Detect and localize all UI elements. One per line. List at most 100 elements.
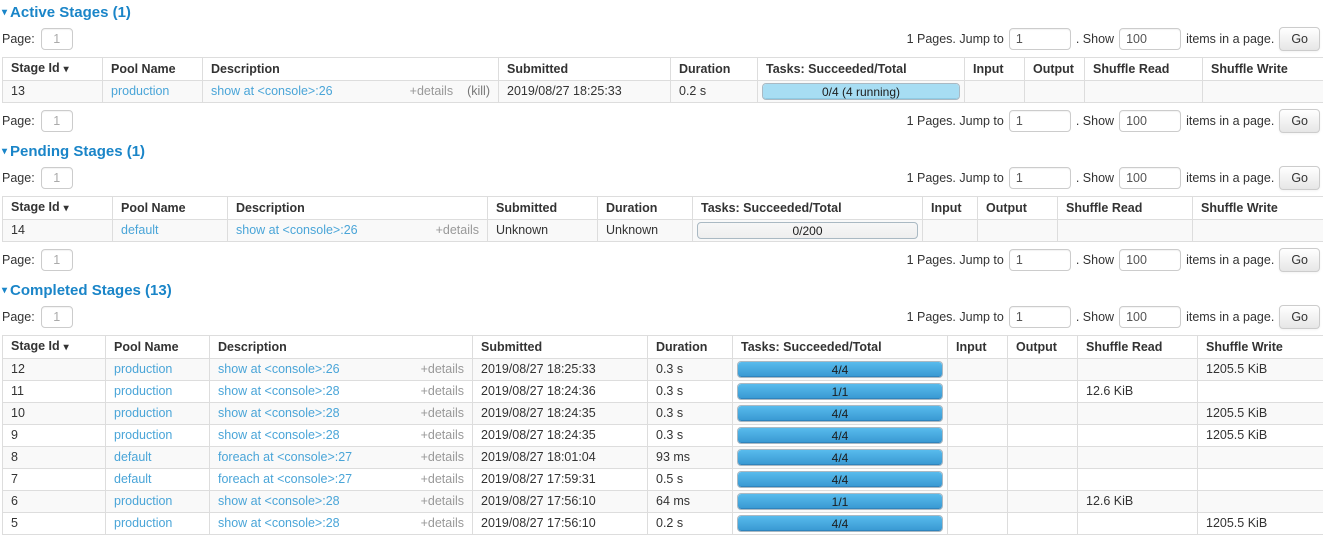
section-title-pending-stages[interactable]: ▾Pending Stages (1) — [2, 143, 1322, 160]
details-link[interactable]: +details — [421, 362, 464, 377]
kill-link[interactable]: (kill) — [467, 84, 490, 99]
go-button[interactable]: Go — [1279, 166, 1320, 190]
items-per-page-input[interactable] — [1119, 110, 1181, 132]
column-header-submitted[interactable]: Submitted — [488, 197, 598, 220]
page-number-input[interactable] — [41, 249, 73, 271]
description-link[interactable]: show at <console>:26 — [218, 362, 340, 377]
description-link[interactable]: show at <console>:28 — [218, 494, 340, 509]
details-link[interactable]: +details — [410, 84, 453, 99]
items-per-page-input[interactable] — [1119, 28, 1181, 50]
task-progress-bar: 4/4 — [737, 405, 943, 422]
column-header-tasks[interactable]: Tasks: Succeeded/Total — [733, 336, 948, 359]
column-header-input[interactable]: Input — [965, 58, 1025, 81]
pool-name-link[interactable]: production — [111, 84, 169, 98]
output-cell — [1008, 513, 1078, 535]
description-link[interactable]: show at <console>:28 — [218, 384, 340, 399]
description-link[interactable]: show at <console>:26 — [211, 84, 333, 99]
details-link[interactable]: +details — [421, 406, 464, 421]
description-link[interactable]: show at <console>:28 — [218, 516, 340, 531]
go-button[interactable]: Go — [1279, 305, 1320, 329]
pool-name-link[interactable]: default — [121, 223, 159, 237]
column-header-duration[interactable]: Duration — [671, 58, 758, 81]
description-link[interactable]: foreach at <console>:27 — [218, 472, 352, 487]
description-link[interactable]: show at <console>:26 — [236, 223, 358, 238]
column-header-tasks[interactable]: Tasks: Succeeded/Total — [693, 197, 923, 220]
column-header-pool-name[interactable]: Pool Name — [113, 197, 228, 220]
items-per-page-input[interactable] — [1119, 306, 1181, 328]
section-title-text: Active Stages (1) — [10, 4, 131, 21]
column-header-duration[interactable]: Duration — [598, 197, 693, 220]
pagination-row: Page: 1 Pages. Jump to . Show items in a… — [2, 109, 1322, 133]
column-header-duration[interactable]: Duration — [648, 336, 733, 359]
description-link[interactable]: show at <console>:28 — [218, 428, 340, 443]
description-cell: show at <console>:26 +details (kill) — [203, 81, 499, 103]
column-header-stage-id[interactable]: Stage Id▾ — [3, 197, 113, 220]
column-header-shuffle-write[interactable]: Shuffle Write — [1198, 336, 1323, 359]
jump-to-page-input[interactable] — [1009, 28, 1071, 50]
pool-name-link[interactable]: production — [114, 362, 172, 376]
column-header-submitted[interactable]: Submitted — [473, 336, 648, 359]
submitted-cell: 2019/08/27 18:24:36 — [473, 381, 648, 403]
pool-name-link[interactable]: production — [114, 406, 172, 420]
column-header-shuffle-read[interactable]: Shuffle Read — [1058, 197, 1193, 220]
pool-name-link[interactable]: production — [114, 384, 172, 398]
duration-cell: 0.3 s — [648, 425, 733, 447]
jump-to-page-input[interactable] — [1009, 110, 1071, 132]
tasks-cell: 4/4 — [733, 513, 948, 535]
column-header-description[interactable]: Description — [210, 336, 473, 359]
pool-name-link[interactable]: default — [114, 450, 152, 464]
column-header-output[interactable]: Output — [1025, 58, 1085, 81]
stage-id-cell: 9 — [3, 425, 106, 447]
pool-name-link[interactable]: production — [114, 494, 172, 508]
details-link[interactable]: +details — [421, 450, 464, 465]
details-link[interactable]: +details — [421, 428, 464, 443]
pool-name-link[interactable]: default — [114, 472, 152, 486]
page-number-input[interactable] — [41, 110, 73, 132]
items-per-page-input[interactable] — [1119, 249, 1181, 271]
page-number-input[interactable] — [41, 306, 73, 328]
section-title-active-stages[interactable]: ▾Active Stages (1) — [2, 4, 1322, 21]
column-header-shuffle-read[interactable]: Shuffle Read — [1085, 58, 1203, 81]
page-number-input[interactable] — [41, 28, 73, 50]
jump-to-page-input[interactable] — [1009, 306, 1071, 328]
column-header-description[interactable]: Description — [228, 197, 488, 220]
go-button[interactable]: Go — [1279, 109, 1320, 133]
column-header-pool-name[interactable]: Pool Name — [106, 336, 210, 359]
pool-name-link[interactable]: production — [114, 516, 172, 530]
table-row: 9productionshow at <console>:28+details2… — [3, 425, 1323, 447]
jump-to-page-input[interactable] — [1009, 249, 1071, 271]
details-link[interactable]: +details — [421, 384, 464, 399]
column-header-input[interactable]: Input — [923, 197, 978, 220]
column-header-submitted[interactable]: Submitted — [499, 58, 671, 81]
description-link[interactable]: foreach at <console>:27 — [218, 450, 352, 465]
details-link[interactable]: +details — [421, 472, 464, 487]
jump-to-page-input[interactable] — [1009, 167, 1071, 189]
column-header-input[interactable]: Input — [948, 336, 1008, 359]
details-link[interactable]: +details — [421, 516, 464, 531]
go-button[interactable]: Go — [1279, 248, 1320, 272]
column-header-pool-name[interactable]: Pool Name — [103, 58, 203, 81]
section-title-completed-stages[interactable]: ▾Completed Stages (13) — [2, 282, 1322, 299]
items-per-page-input[interactable] — [1119, 167, 1181, 189]
stage-id-cell: 5 — [3, 513, 106, 535]
pagination-row: Page: 1 Pages. Jump to . Show items in a… — [2, 248, 1322, 272]
table-row: 6productionshow at <console>:28+details2… — [3, 491, 1323, 513]
go-button[interactable]: Go — [1279, 27, 1320, 51]
column-header-stage-id[interactable]: Stage Id▾ — [3, 336, 106, 359]
column-header-shuffle-write[interactable]: Shuffle Write — [1193, 197, 1323, 220]
details-link[interactable]: +details — [436, 223, 479, 238]
column-header-description[interactable]: Description — [203, 58, 499, 81]
submitted-cell: Unknown — [488, 220, 598, 242]
items-per-page-text: items in a page. — [1186, 32, 1274, 46]
column-header-output[interactable]: Output — [978, 197, 1058, 220]
submitted-cell: 2019/08/27 18:25:33 — [499, 81, 671, 103]
page-number-input[interactable] — [41, 167, 73, 189]
column-header-shuffle-write[interactable]: Shuffle Write — [1203, 58, 1323, 81]
description-link[interactable]: show at <console>:28 — [218, 406, 340, 421]
column-header-shuffle-read[interactable]: Shuffle Read — [1078, 336, 1198, 359]
column-header-tasks[interactable]: Tasks: Succeeded/Total — [758, 58, 965, 81]
column-header-stage-id[interactable]: Stage Id▾ — [3, 58, 103, 81]
pool-name-link[interactable]: production — [114, 428, 172, 442]
column-header-output[interactable]: Output — [1008, 336, 1078, 359]
details-link[interactable]: +details — [421, 494, 464, 509]
